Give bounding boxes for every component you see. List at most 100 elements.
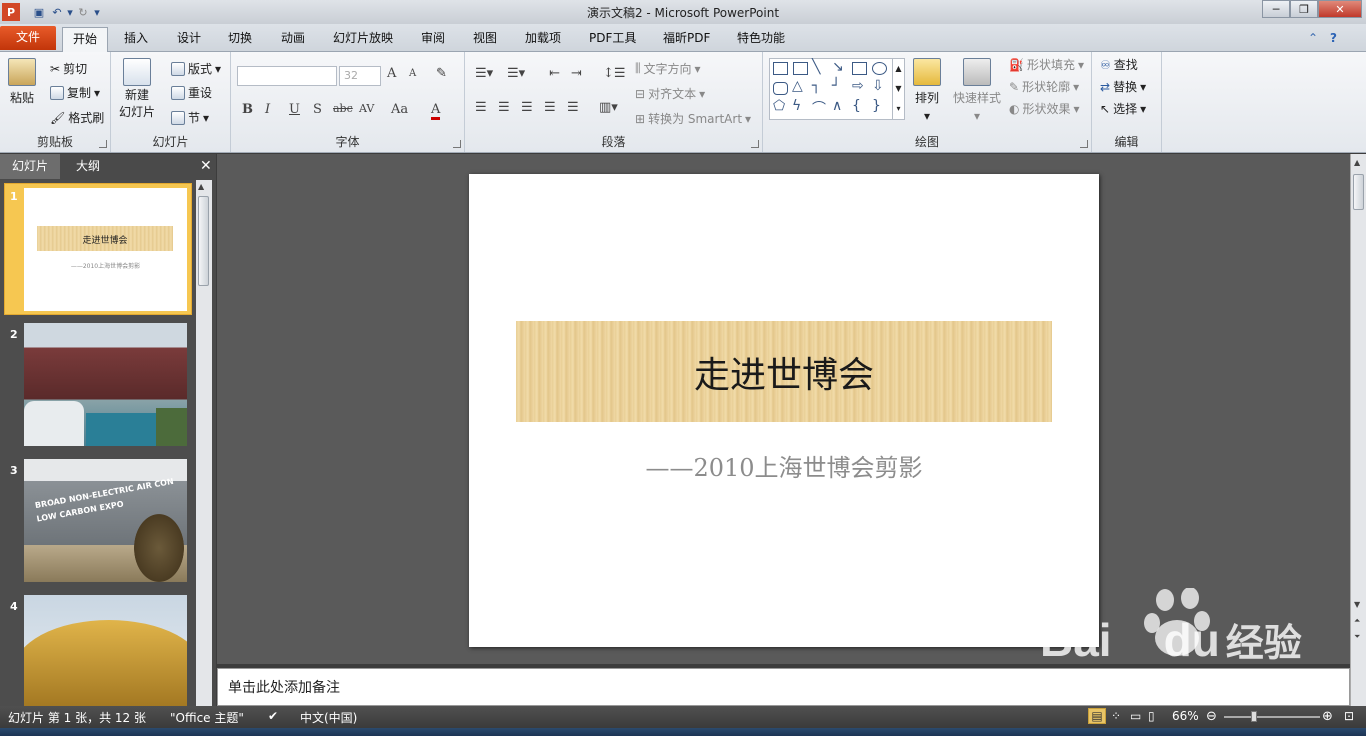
language-status[interactable]: 中文(中国) [300,709,357,726]
slide-thumbnail-4[interactable] [24,595,187,706]
clear-format-icon[interactable]: ✎ [436,66,447,81]
copy-button[interactable]: 复制 ▾ [50,84,100,101]
minimize-button[interactable]: ─ [1262,0,1290,18]
scroll-up-icon[interactable]: ▲ [1354,158,1360,167]
justify-icon[interactable]: ☰ [544,100,556,115]
slide-title[interactable]: 走进世博会 [516,346,1052,398]
shape-fill-button[interactable]: ⛽ 形状填充 ▾ [1009,56,1084,73]
zoom-out-icon[interactable]: ⊖ [1206,709,1217,724]
normal-view-icon[interactable]: ▤ [1088,708,1106,724]
down-arrow-shape-icon[interactable]: ⇩ [872,78,884,94]
tab-outline-panel[interactable]: 大纲 [64,154,118,179]
font-name-combo[interactable] [237,66,337,86]
cut-button[interactable]: ✂ 剪切 [50,60,87,77]
tab-file[interactable]: 文件 [0,26,56,50]
select-button[interactable]: ↖ 选择 ▾ [1100,100,1146,117]
slideshow-icon[interactable]: ▯ [1148,709,1155,723]
zoom-slider[interactable] [1224,716,1320,718]
slide-sorter-icon[interactable]: ⁘ [1111,709,1121,723]
new-slide-button[interactable]: 新建 幻灯片 [119,58,155,120]
bold-button[interactable]: B [242,102,253,117]
shadow-button[interactable]: S [313,102,322,117]
shapes-gallery[interactable]: ╲ ↘ △ ┐ ┘ ⇨ ⇩ ⬠ ϟ ⌒ ∧ { } ▲ ▼ ▾ [769,58,905,120]
zoom-in-icon[interactable]: ⊕ [1322,709,1333,724]
align-center-icon[interactable]: ☰ [498,100,510,115]
numbering-icon[interactable]: ☰▾ [507,66,525,81]
align-right-icon[interactable]: ☰ [521,100,533,115]
shape-outline-button[interactable]: ✎ 形状轮廓 ▾ [1009,78,1079,95]
dialog-launcher-icon[interactable] [1080,140,1088,148]
decrease-indent-icon[interactable]: ⇤ [549,66,560,81]
section-button[interactable]: 节 ▾ [171,109,209,126]
help-icon[interactable]: ? [1322,27,1345,52]
slide-thumbnail-3[interactable]: BROAD NON-ELECTRIC AIR CON LOW CARBON EX… [24,459,187,582]
oval-shape-icon[interactable] [872,62,887,75]
align-text-button[interactable]: ⊟ 对齐文本 ▾ [635,85,705,102]
bullets-icon[interactable]: ☰▾ [475,66,493,81]
shrink-font-button[interactable]: A [409,68,416,79]
quick-styles-button[interactable]: 快速样式 ▾ [953,58,1001,123]
grow-font-button[interactable]: A [387,66,396,81]
text-direction-button[interactable]: ⫼ 文字方向 ▾ [635,60,701,77]
freeform-shape-icon[interactable]: ∧ [832,98,842,114]
replace-button[interactable]: ⇄ 替换 ▾ [1100,78,1146,95]
lightning-shape-icon[interactable]: ϟ [792,98,801,114]
rounded-rect-shape-icon[interactable] [773,82,788,95]
strikethrough-button[interactable]: abc [333,102,353,115]
scroll-thumb[interactable] [198,196,209,286]
gallery-scroll-icon[interactable]: ▲ ▼ ▾ [892,59,904,119]
format-painter-button[interactable]: 🖌 格式刷 [50,109,104,126]
tab-insert[interactable]: 插入 [116,27,156,52]
slide-subtitle[interactable]: ——2010上海世博会剪影 [469,448,1099,483]
curve-shape-icon[interactable]: ⌒ [812,98,826,118]
zoom-slider-thumb[interactable] [1251,711,1257,722]
elbow-arrow-shape-icon[interactable]: ┘ [832,78,840,94]
paste-button[interactable]: 粘贴 [8,58,36,106]
tab-view[interactable]: 视图 [465,27,505,52]
tab-transitions[interactable]: 切换 [220,27,260,52]
tab-animations[interactable]: 动画 [273,27,313,52]
underline-button[interactable]: U [289,102,300,117]
tab-features[interactable]: 特色功能 [729,27,793,52]
rectangle-shape-icon[interactable] [852,62,867,75]
dialog-launcher-icon[interactable] [453,140,461,148]
triangle-shape-icon[interactable]: △ [792,78,803,94]
dialog-launcher-icon[interactable] [99,140,107,148]
elbow-connector-shape-icon[interactable]: ┐ [812,78,820,94]
textbox-shape-icon[interactable] [773,62,788,75]
font-size-combo[interactable]: 32 [339,66,381,86]
vertical-scrollbar[interactable]: ▲ ▼ ⏶ ⏷ [1350,154,1366,706]
tab-slideshow[interactable]: 幻灯片放映 [325,27,401,52]
char-spacing-button[interactable]: AV [359,102,374,115]
tab-home[interactable]: 开始 [62,27,108,53]
reset-button[interactable]: 重设 [171,84,212,101]
dialog-launcher-icon[interactable] [751,140,759,148]
tab-pdf-tools[interactable]: PDF工具 [581,27,644,52]
fit-to-window-icon[interactable]: ⊡ [1344,709,1354,723]
italic-button[interactable]: I [265,102,270,117]
layout-button[interactable]: 版式 ▾ [171,60,221,77]
arrow-shape-icon[interactable]: ↘ [832,59,844,75]
scroll-up-icon[interactable]: ▲ [198,182,204,191]
panel-scrollbar[interactable]: ▲ [196,180,212,706]
next-slide-icon[interactable]: ⏷ [1354,632,1360,642]
zoom-level[interactable]: 66% [1172,709,1199,723]
tab-design[interactable]: 设计 [169,27,209,52]
slide-thumbnail-1[interactable]: 走进世博会 ——2010上海世博会剪影 [24,188,187,311]
previous-slide-icon[interactable]: ⏶ [1354,616,1360,626]
maximize-button[interactable]: ❐ [1290,0,1318,18]
slide-thumbnail-2[interactable] [24,323,187,446]
smartart-button[interactable]: ⊞ 转换为 SmartArt ▾ [635,110,751,127]
change-case-button[interactable]: Aa [391,102,408,117]
theme-status[interactable]: "Office 主题" [170,709,244,726]
scroll-thumb[interactable] [1353,174,1364,210]
reading-view-icon[interactable]: ▭ [1130,709,1141,723]
tab-review[interactable]: 审阅 [413,27,453,52]
arrange-button[interactable]: 排列 ▾ [913,58,941,123]
columns-icon[interactable]: ▥▾ [599,100,618,115]
increase-indent-icon[interactable]: ⇥ [571,66,582,81]
distributed-icon[interactable]: ☰ [567,100,579,115]
spell-check-icon[interactable]: ✔ [268,709,278,723]
left-brace-shape-icon[interactable]: { [852,98,861,114]
shape-effects-button[interactable]: ◐ 形状效果 ▾ [1009,100,1080,117]
